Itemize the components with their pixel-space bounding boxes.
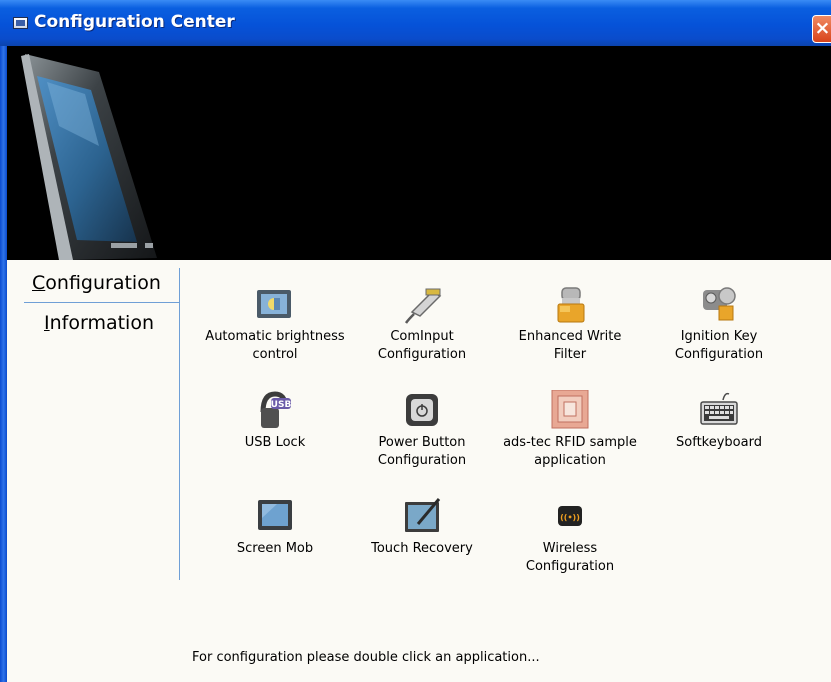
window-app-icon <box>13 17 28 29</box>
app-label-line1: Screen Mob <box>236 541 314 556</box>
app-label-line1: Wireless <box>542 541 598 556</box>
app-label-line2: Filter <box>553 347 587 362</box>
app-label: Touch Recovery <box>342 540 502 558</box>
close-button[interactable]: × <box>812 15 831 43</box>
close-icon: × <box>814 17 831 39</box>
app-wireless-configuration[interactable]: ((•)) Wireless Configuration <box>490 496 650 576</box>
nav-divider <box>179 268 180 580</box>
app-automatic-brightness[interactable]: Automatic brightness control <box>195 284 355 364</box>
status-hint: For configuration please double click an… <box>192 650 540 665</box>
app-label: ads-tec RFID sample application <box>490 434 650 470</box>
app-label-line1: Touch Recovery <box>371 541 473 556</box>
nav-separator <box>24 302 180 303</box>
wireless-icon: ((•)) <box>550 496 590 536</box>
tab-configuration-label: onfiguration <box>45 272 161 294</box>
brightness-icon <box>255 284 295 324</box>
tab-information[interactable]: Information <box>44 312 154 334</box>
configuration-center-window: Configuration Center × Configuration Inf… <box>0 0 831 682</box>
app-label-line1: Ignition Key <box>680 329 758 344</box>
usb-lock-icon: USB <box>255 390 295 430</box>
tab-configuration[interactable]: Configuration <box>32 272 161 294</box>
window-frame-left <box>0 46 7 682</box>
tablet-device-image <box>21 54 157 260</box>
app-label-line2: Configuration <box>377 453 467 468</box>
app-label-line2: application <box>534 453 606 468</box>
app-label-line1: ads-tec RFID sample <box>503 435 637 450</box>
app-label-line2: control <box>252 347 298 362</box>
app-label-line2: Configuration <box>377 347 467 362</box>
svg-text:((•)): ((•)) <box>560 513 580 522</box>
app-label: ComInput Configuration <box>342 328 502 364</box>
app-label: USB Lock <box>195 434 355 452</box>
rfid-icon <box>550 389 590 430</box>
lock-icon <box>550 284 590 324</box>
app-label-line1: Power Button <box>378 435 466 450</box>
app-label-line1: ComInput <box>390 329 454 344</box>
app-touch-recovery[interactable]: Touch Recovery <box>342 496 502 558</box>
app-enhanced-write-filter[interactable]: Enhanced Write Filter <box>490 284 650 364</box>
app-usb-lock[interactable]: USB USB Lock <box>195 390 355 452</box>
banner <box>7 46 831 260</box>
app-label: Screen Mob <box>195 540 355 558</box>
app-label: Power Button Configuration <box>342 434 502 470</box>
app-label-line1: USB Lock <box>244 435 306 450</box>
touch-recovery-icon <box>402 496 442 536</box>
app-label: Wireless Configuration <box>490 540 650 576</box>
app-label-line1: Enhanced Write <box>518 329 622 344</box>
app-label: Automatic brightness control <box>195 328 355 364</box>
app-screen-mob[interactable]: Screen Mob <box>195 496 355 558</box>
app-softkeyboard[interactable]: Softkeyboard <box>639 390 799 452</box>
app-ignition-key-configuration[interactable]: Ignition Key Configuration <box>639 284 799 364</box>
window-title: Configuration Center <box>34 12 235 32</box>
app-label-line2: Configuration <box>525 559 615 574</box>
tab-configuration-hotkey: C <box>32 272 46 294</box>
app-label-line2: Configuration <box>674 347 764 362</box>
client-area: Configuration Information Automatic brig… <box>7 260 831 682</box>
app-label-line1: Automatic brightness <box>205 329 345 344</box>
app-power-button-configuration[interactable]: Power Button Configuration <box>342 390 502 470</box>
cominput-icon <box>402 284 442 324</box>
key-icon <box>699 284 739 324</box>
app-ads-tec-rfid-sample[interactable]: ads-tec RFID sample application <box>490 389 650 470</box>
app-label: Softkeyboard <box>639 434 799 452</box>
svg-text:USB: USB <box>271 400 292 410</box>
tab-information-label: nformation <box>49 312 154 334</box>
app-cominput-configuration[interactable]: ComInput Configuration <box>342 284 502 364</box>
title-bar[interactable]: Configuration Center × <box>0 0 831 46</box>
app-label: Enhanced Write Filter <box>490 328 650 364</box>
app-label: Ignition Key Configuration <box>639 328 799 364</box>
keyboard-icon <box>699 390 739 430</box>
screen-icon <box>255 496 295 536</box>
power-button-icon <box>402 390 442 430</box>
app-label-line1: Softkeyboard <box>676 435 762 450</box>
